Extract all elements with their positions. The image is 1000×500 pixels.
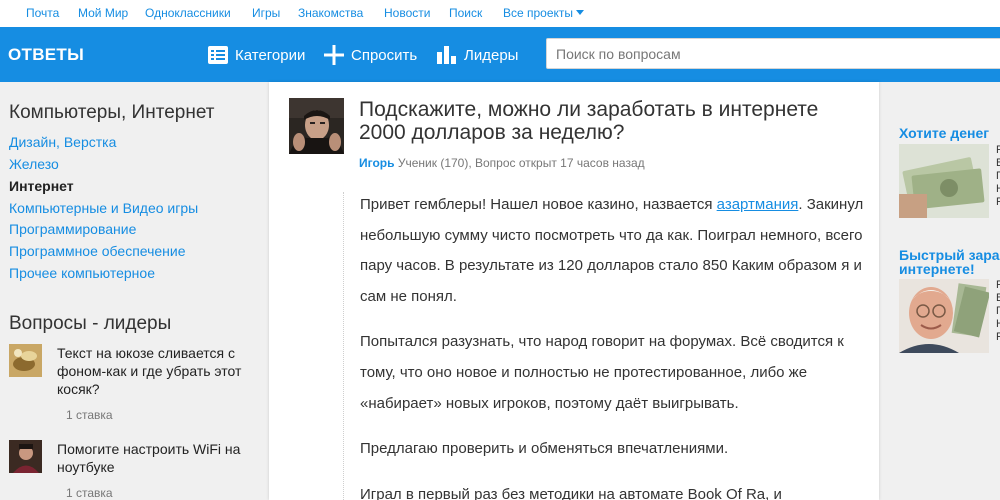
category-item[interactable]: Дизайн, Верстка xyxy=(9,134,116,150)
topbar-link-games[interactable]: Игры xyxy=(252,6,280,20)
topbar-link-mail[interactable]: Почта xyxy=(26,6,59,20)
question-body: Привет гемблеры! Нашел новое казино, наз… xyxy=(360,190,865,500)
nav-categories-label: Категории xyxy=(235,46,306,64)
site-header: ОТВЕТЫ Категории Спросить Лидеры xyxy=(0,27,1000,82)
category-item[interactable]: Компьютерные и Видео игры xyxy=(9,200,198,216)
plus-icon xyxy=(324,45,344,65)
topbar-link-my-world[interactable]: Мой Мир xyxy=(78,6,128,20)
category-link[interactable]: Прочее компьютерное xyxy=(9,265,155,281)
body-paragraph: Попытался разузнать, что народ говорит н… xyxy=(360,333,844,412)
all-projects-label: Все проекты xyxy=(503,6,574,20)
ad-text-line: Р xyxy=(996,331,1000,343)
bar-chart-icon xyxy=(437,46,456,64)
ad-title[interactable]: Быстрый зара интернете! xyxy=(899,248,1000,276)
leader-question-text[interactable]: Текст на юкозе сливается с фоном-как и г… xyxy=(57,344,257,398)
question-card: Подскажите, можно ли заработать в интерн… xyxy=(269,82,879,500)
ad-image-man[interactable] xyxy=(899,279,989,353)
category-item[interactable]: Программирование xyxy=(9,221,136,237)
ad-title[interactable]: Хотите денег xyxy=(899,126,989,140)
list-icon xyxy=(208,46,228,64)
leader-thumbnail xyxy=(9,344,42,377)
category-item[interactable]: Программное обеспечение xyxy=(9,243,186,259)
paragraph-text: Привет гемблеры! Нашел новое казино, наз… xyxy=(360,196,717,213)
nav-leaders[interactable]: Лидеры xyxy=(437,42,518,68)
body-paragraph: Привет гемблеры! Нашел новое казино, наз… xyxy=(360,190,865,312)
nav-leaders-label: Лидеры xyxy=(464,46,519,64)
ad-image-money[interactable] xyxy=(899,144,989,218)
ad-title-line: Быстрый зара xyxy=(899,247,1000,263)
casino-link[interactable]: азартмания xyxy=(717,196,799,213)
ad-text-line: В xyxy=(996,157,1000,169)
question-meta: Игорь Ученик (170), Вопрос открыт 17 час… xyxy=(359,156,645,170)
author-avatar[interactable] xyxy=(289,98,344,154)
ad-text: Р В П Н Р xyxy=(996,279,1000,344)
nav-categories[interactable]: Категории xyxy=(208,42,305,68)
ad-text-line: П xyxy=(996,170,1000,182)
ad-text-line: Н xyxy=(996,318,1000,330)
ad-title-line: интернете! xyxy=(899,261,975,277)
left-sidebar: Компьютеры, Интернет Дизайн, Верстка Жел… xyxy=(0,82,268,500)
category-item[interactable]: Железо xyxy=(9,156,59,172)
category-link[interactable]: Компьютерные и Видео игры xyxy=(9,200,198,216)
ad-text-line: П xyxy=(996,305,1000,317)
category-link[interactable]: Программное обеспечение xyxy=(9,243,186,259)
ad-text-line: Р xyxy=(996,279,1000,291)
question-title: Подскажите, можно ли заработать в интерн… xyxy=(359,98,819,144)
topbar-link-search[interactable]: Поиск xyxy=(449,6,482,20)
category-item-active: Интернет xyxy=(9,178,74,194)
portal-topbar: Почта Мой Мир Одноклассники Игры Знакомс… xyxy=(0,0,1000,27)
nav-ask-label: Спросить xyxy=(351,46,418,64)
author-name[interactable]: Игорь xyxy=(359,156,395,170)
topbar-link-odnoklassniki[interactable]: Одноклассники xyxy=(145,6,231,20)
ad-text-line: Н xyxy=(996,183,1000,195)
ads-column: Хотите денег Р В П Н Р Быстрый зара инте… xyxy=(879,82,1000,500)
topbar-link-dating[interactable]: Знакомства xyxy=(298,6,363,20)
category-link[interactable]: Дизайн, Верстка xyxy=(9,134,116,150)
search-input[interactable] xyxy=(546,38,1000,69)
body-paragraph: Играл в первый раз без методики на автом… xyxy=(360,485,782,500)
category-item[interactable]: Прочее компьютерное xyxy=(9,265,155,281)
site-logo[interactable]: ОТВЕТЫ xyxy=(8,45,84,65)
topbar-all-projects[interactable]: Все проекты xyxy=(503,6,585,20)
category-link[interactable]: Железо xyxy=(9,156,59,172)
ad-text-line: Р xyxy=(996,196,1000,208)
leader-thumbnail xyxy=(9,440,42,473)
leaders-section-title: Вопросы - лидеры xyxy=(9,313,172,334)
leader-bets: 1 ставка xyxy=(66,486,113,500)
ad-text-line: В xyxy=(996,292,1000,304)
author-meta: Ученик (170), Вопрос открыт 17 часов наз… xyxy=(397,156,645,170)
topbar-link-news[interactable]: Новости xyxy=(384,6,430,20)
category-link[interactable]: Программирование xyxy=(9,221,136,237)
body-divider xyxy=(343,192,344,500)
leader-question-text[interactable]: Помогите настроить WiFi на ноутбуке xyxy=(57,440,257,476)
nav-ask[interactable]: Спросить xyxy=(324,42,417,68)
ad-text-line: Р xyxy=(996,144,1000,156)
leader-bets: 1 ставка xyxy=(66,408,113,422)
ad-text: Р В П Н Р xyxy=(996,144,1000,209)
caret-down-icon xyxy=(576,10,585,15)
body-paragraph: Предлагаю проверить и обменяться впечатл… xyxy=(360,440,729,458)
category-section-title: Компьютеры, Интернет xyxy=(9,102,215,123)
